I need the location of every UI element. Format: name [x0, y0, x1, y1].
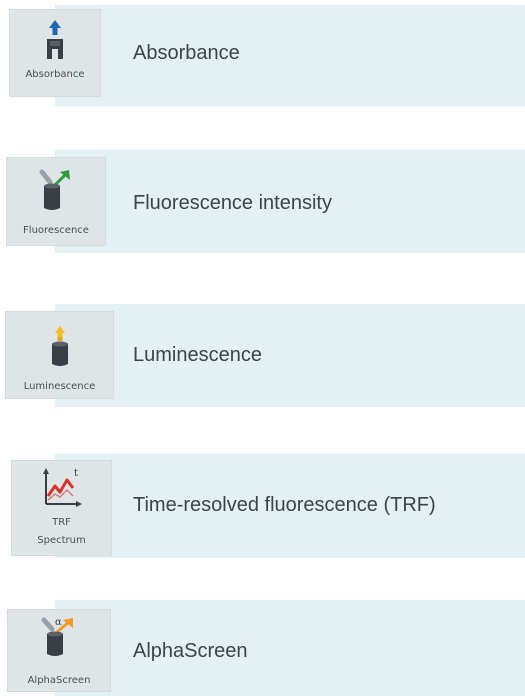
tile-label-line: TRF	[52, 517, 71, 528]
alphascreen-icon: α	[41, 617, 73, 656]
mode-title: Fluorescence intensity	[133, 192, 332, 214]
mode-row-alphascreen: α AlphaScreen AlphaScreen	[0, 596, 525, 696]
mode-title: Time-resolved fluorescence (TRF)	[133, 494, 436, 516]
mode-title: Absorbance	[133, 42, 240, 64]
tile-label-line: Spectrum	[37, 535, 86, 546]
mode-row-luminescence: Luminescence Luminescence	[0, 300, 525, 410]
tile-label: AlphaScreen	[27, 675, 91, 686]
alpha-symbol: α	[55, 617, 62, 628]
mode-row-fluorescence: Fluorescence Fluorescence intensity	[0, 148, 525, 258]
trf-symbol: t	[74, 468, 78, 479]
absorbance-icon	[47, 20, 63, 59]
alphascreen-button[interactable]: α AlphaScreen	[7, 609, 111, 692]
mode-band	[55, 304, 525, 407]
tile-label: TRF Spectrum	[12, 514, 111, 550]
mode-title: AlphaScreen	[133, 640, 248, 662]
fluorescence-icon	[39, 169, 70, 210]
trf-spectrum-button[interactable]: t TRF Spectrum	[11, 460, 112, 556]
trf-spectrum-icon: t	[42, 468, 82, 507]
absorbance-button[interactable]: Absorbance	[9, 9, 101, 97]
tile-label: Fluorescence	[23, 225, 89, 236]
mode-row-trf: t TRF Spectrum Time-resolved fluorescenc…	[0, 452, 525, 562]
mode-title: Luminescence	[133, 344, 262, 366]
fluorescence-button[interactable]: Fluorescence	[6, 157, 106, 246]
tile-label: Luminescence	[23, 381, 96, 392]
mode-band	[55, 600, 525, 696]
mode-row-absorbance: Absorbance Absorbance	[0, 0, 525, 110]
luminescence-icon	[51, 326, 68, 366]
tile-label: Absorbance	[25, 69, 85, 80]
mode-band	[55, 5, 525, 106]
luminescence-button[interactable]: Luminescence	[5, 311, 114, 399]
